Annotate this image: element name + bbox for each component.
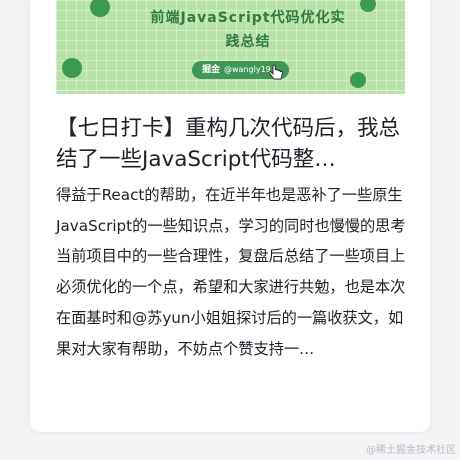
- article-title[interactable]: 【七日打卡】重构几次代码后，我总结了一些JavaScript代码整…: [56, 113, 406, 175]
- decor-dot: [90, 0, 110, 17]
- decor-dot: [360, 0, 376, 12]
- author-handle: @wangly19: [224, 65, 271, 74]
- article-excerpt: 得益于React的帮助，在近半年也是恶补了一些原生JavaScript的一些知识…: [56, 186, 406, 358]
- decor-dot: [62, 58, 82, 78]
- cover-image[interactable]: 前端JavaScript代码优化实践总结 掘金 @wangly19: [56, 0, 405, 94]
- cover-title: 前端JavaScript代码优化实践总结: [150, 10, 346, 50]
- decor-dot: [350, 72, 366, 88]
- hand-cursor-icon: [268, 64, 284, 80]
- watermark: @稀土掘金技术社区: [366, 445, 456, 456]
- article-card[interactable]: 前端JavaScript代码优化实践总结 掘金 @wangly19 【七日打卡】重…: [30, 0, 430, 432]
- author-label: 掘金: [202, 65, 221, 75]
